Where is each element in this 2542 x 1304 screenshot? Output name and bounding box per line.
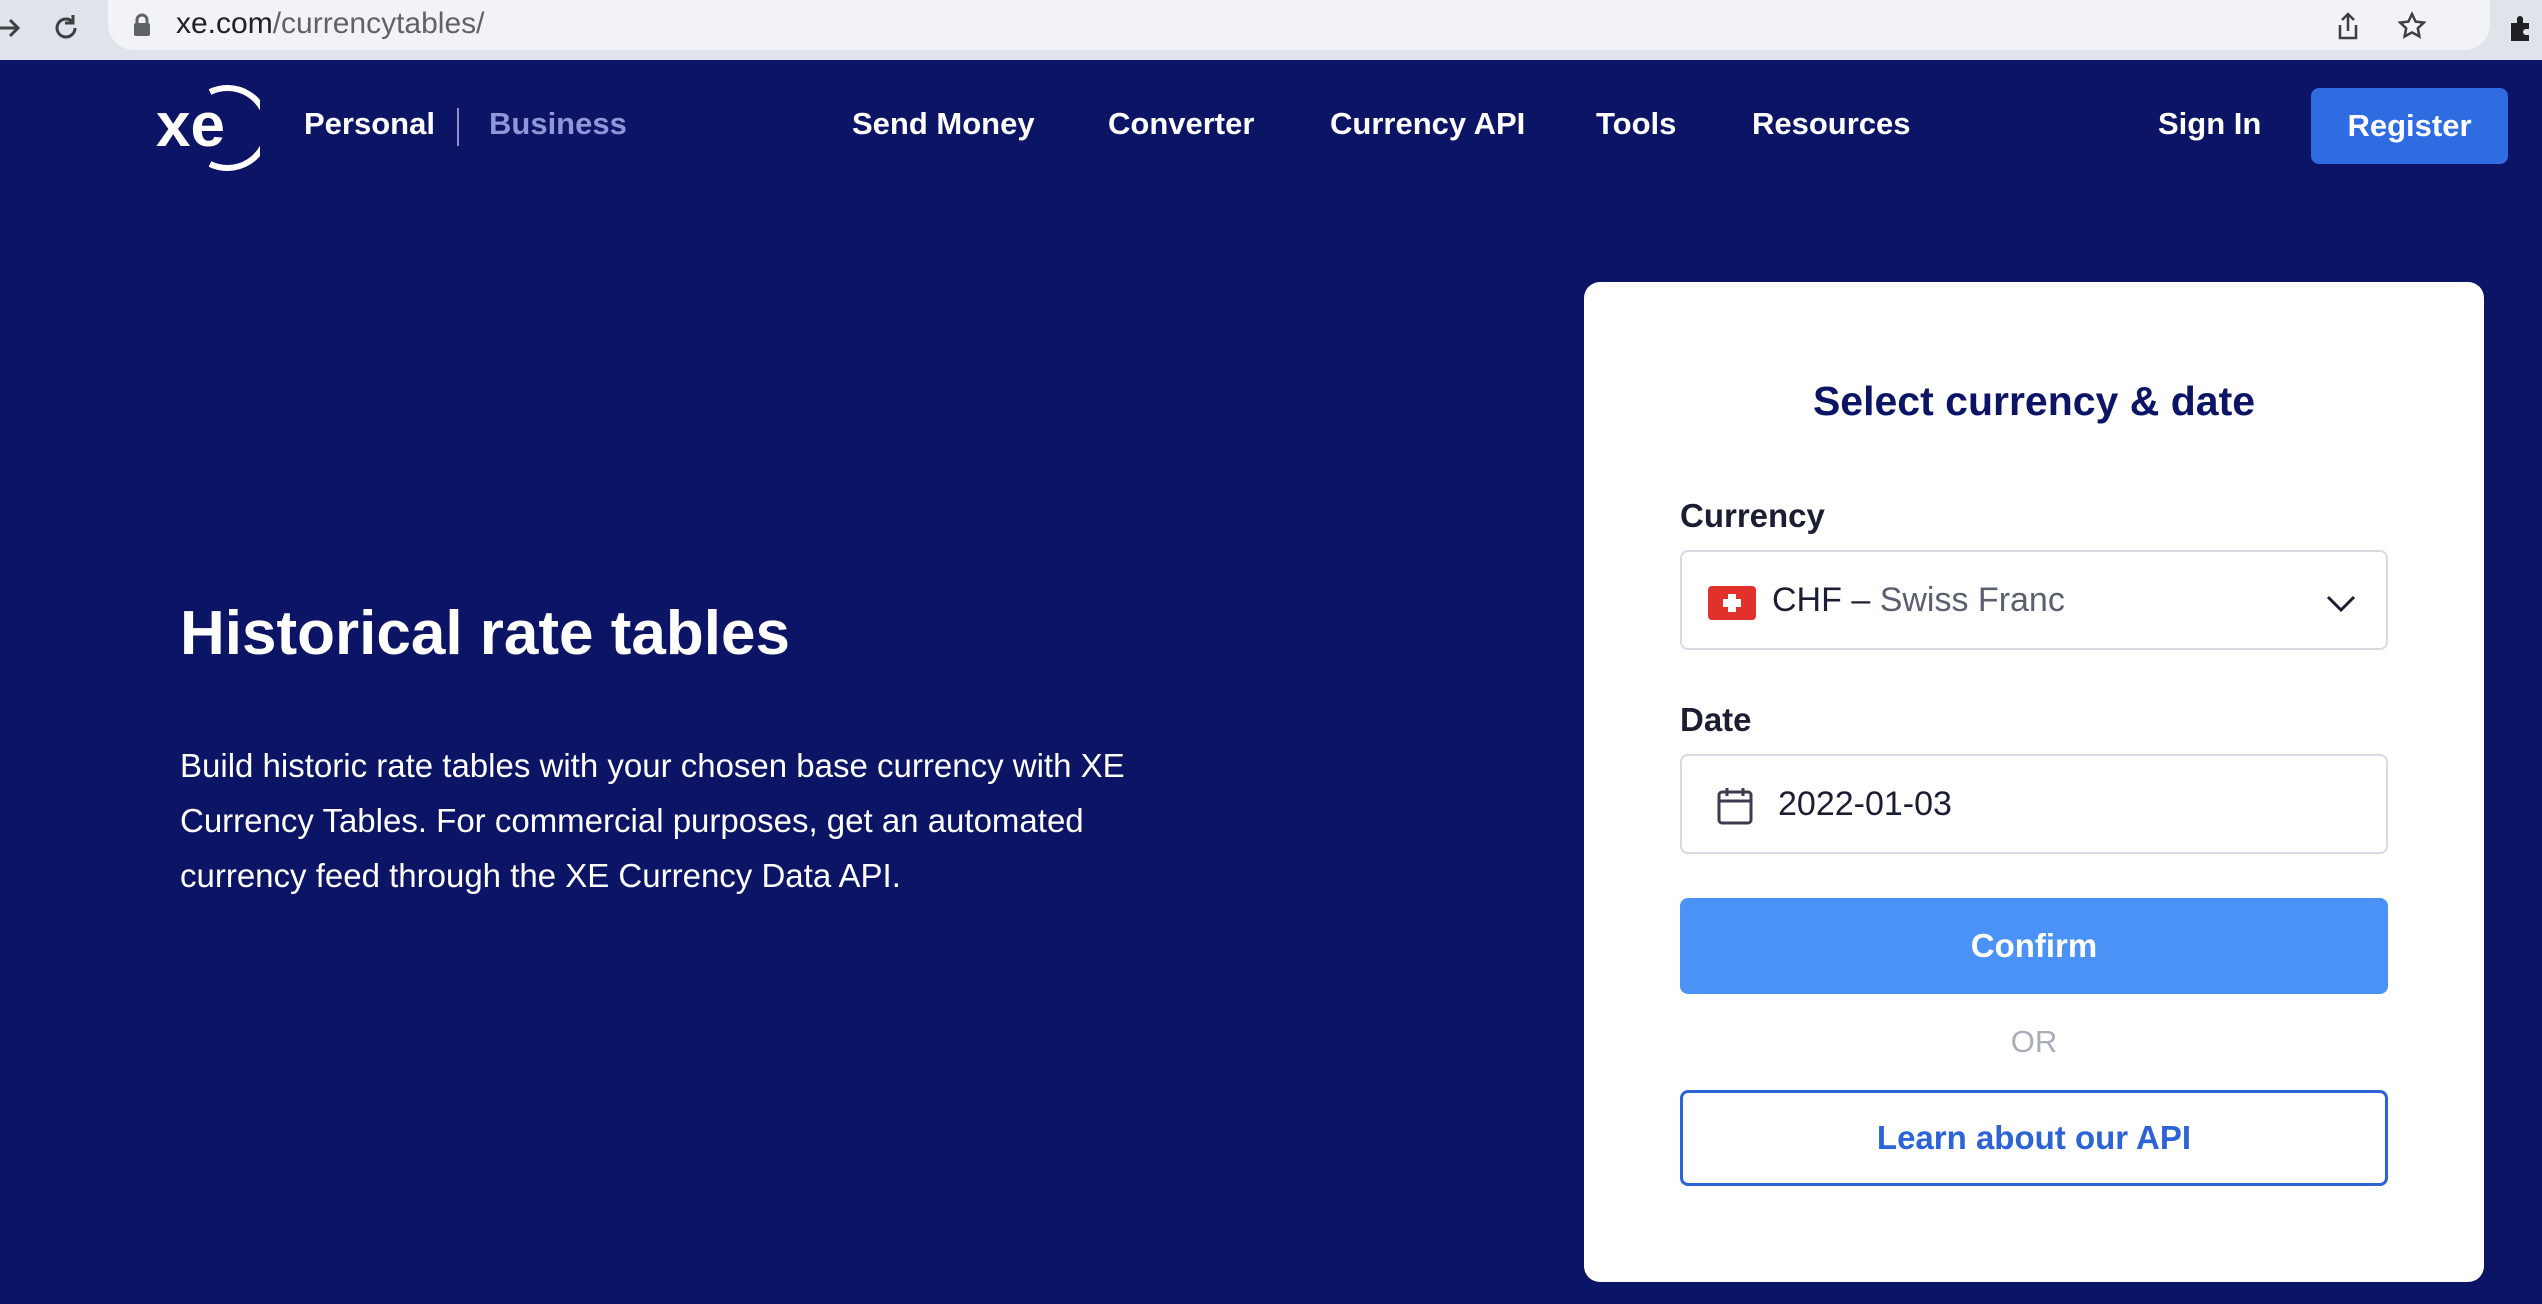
date-label: Date (1680, 701, 1752, 738)
page-title: Historical rate tables (180, 599, 790, 668)
url-text: xe.com/currencytables/ (176, 7, 485, 40)
nav-resources[interactable]: Resources (1752, 106, 1911, 142)
currency-value: CHF – Swiss Franc (1772, 581, 2065, 619)
currency-label: Currency (1680, 497, 1825, 534)
segment-business[interactable]: Business (489, 106, 627, 142)
or-divider: OR (2010, 1024, 2058, 1059)
lock-icon (132, 13, 152, 42)
nav-tools[interactable]: Tools (1596, 106, 1676, 142)
swiss-flag-icon (1708, 586, 1756, 620)
confirm-button[interactable]: Confirm (1680, 898, 2388, 994)
segment-divider (457, 108, 459, 146)
address-bar[interactable]: xe.com/currencytables/ (108, 0, 2490, 50)
calendar-icon (1717, 788, 1753, 825)
chevron-down-icon (2326, 595, 2356, 613)
reload-icon[interactable] (44, 6, 88, 50)
svg-text:xe: xe (156, 91, 225, 160)
segment-personal[interactable]: Personal (304, 106, 435, 142)
card-title: Select currency & date (1812, 378, 2256, 424)
learn-api-button[interactable]: Learn about our API (1680, 1090, 2388, 1186)
date-value: 2022-01-03 (1778, 785, 1952, 823)
star-icon[interactable] (2394, 8, 2430, 44)
browser-chrome: xe.com/currencytables/ (0, 0, 2542, 60)
xe-logo[interactable]: xe (152, 82, 260, 172)
register-button[interactable]: Register (2311, 88, 2508, 164)
site-nav: xe Personal Business Send Money Converte… (0, 60, 2542, 192)
back-arrow-icon[interactable] (0, 6, 30, 50)
share-icon[interactable] (2330, 8, 2366, 44)
date-input[interactable]: 2022-01-03 (1680, 754, 2388, 854)
currency-select[interactable]: CHF – Swiss Franc (1680, 550, 2388, 650)
extensions-icon[interactable] (2498, 6, 2542, 50)
nav-converter[interactable]: Converter (1108, 106, 1254, 142)
currency-date-card: Select currency & date Currency CHF – Sw… (1584, 282, 2484, 1282)
sign-in-link[interactable]: Sign In (2158, 106, 2261, 142)
hero-description: Build historic rate tables with your cho… (180, 747, 1125, 894)
nav-send-money[interactable]: Send Money (852, 106, 1035, 142)
nav-currency-api[interactable]: Currency API (1330, 106, 1525, 142)
